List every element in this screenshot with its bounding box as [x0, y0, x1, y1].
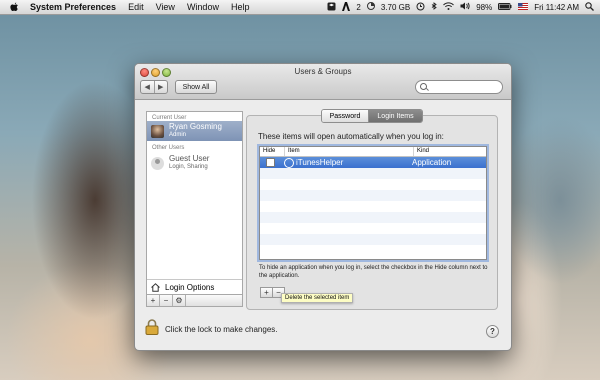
- menu-window[interactable]: Window: [187, 2, 219, 12]
- login-options-label: Login Options: [165, 282, 215, 292]
- table-row[interactable]: iTunesHelper Application: [260, 157, 486, 168]
- empty-row: [260, 168, 486, 179]
- guest-avatar-icon: [151, 156, 164, 170]
- search-icon: [420, 83, 427, 90]
- apple-menu-icon[interactable]: [8, 2, 20, 12]
- lock-icon[interactable]: [145, 319, 159, 335]
- battery-icon[interactable]: [498, 2, 512, 12]
- adobe-icon[interactable]: [342, 1, 351, 13]
- hide-help-text: To hide an application when you log in, …: [259, 265, 488, 279]
- clock[interactable]: Fri 11:42 AM: [534, 3, 579, 12]
- empty-row: [260, 201, 486, 212]
- tab-login-items[interactable]: Login Items: [369, 110, 422, 122]
- time-machine-icon[interactable]: [416, 2, 425, 13]
- empty-row: [260, 190, 486, 201]
- avatar: [151, 124, 164, 138]
- back-forward-control: ◀ ▶: [140, 80, 168, 94]
- menu-app-name[interactable]: System Preferences: [30, 2, 116, 12]
- status-area: 2 3.70 GB 98% Fri 11:42 AM: [327, 0, 594, 14]
- table-header: Hide Item Kind: [260, 147, 486, 157]
- user-item-current[interactable]: Ryan Gosming Admin: [147, 121, 242, 141]
- item-name: iTunesHelper: [296, 157, 344, 167]
- empty-row: [260, 245, 486, 256]
- item-kind: Application: [412, 158, 452, 167]
- hide-checkbox[interactable]: [266, 158, 275, 167]
- flag-icon[interactable]: [518, 2, 529, 12]
- intro-text: These items will open automatically when…: [258, 132, 444, 141]
- empty-row: [260, 179, 486, 190]
- lock-text: Click the lock to make changes.: [165, 325, 278, 334]
- battery-percent[interactable]: 98%: [476, 3, 492, 12]
- menu-view[interactable]: View: [156, 2, 175, 12]
- login-items-panel: These items will open automatically when…: [246, 115, 498, 310]
- bluetooth-icon[interactable]: [431, 1, 437, 13]
- empty-row: [260, 212, 486, 223]
- house-icon: [151, 282, 160, 292]
- window-title: Users & Groups: [294, 67, 352, 76]
- users-sidebar: Current User Ryan Gosming Admin Other Us…: [146, 111, 243, 307]
- empty-row: [260, 234, 486, 245]
- user-role: Admin: [169, 132, 187, 138]
- column-hide[interactable]: Hide: [260, 147, 285, 156]
- disk-free-text[interactable]: 3.70 GB: [381, 3, 410, 12]
- dropbox-icon[interactable]: [327, 2, 336, 13]
- tab-password[interactable]: Password: [322, 110, 369, 122]
- spotlight-icon[interactable]: [585, 1, 594, 13]
- user-item-guest[interactable]: Guest User Login, Sharing: [147, 153, 242, 173]
- user-name: Guest User: [169, 154, 210, 163]
- show-all-button[interactable]: Show All: [175, 80, 217, 94]
- search-field[interactable]: [415, 80, 503, 94]
- column-kind[interactable]: Kind: [414, 147, 486, 156]
- tooltip: Delete the selected item: [281, 293, 354, 303]
- column-item[interactable]: Item: [285, 147, 414, 156]
- login-options-item[interactable]: Login Options: [147, 279, 242, 294]
- forward-arrow-icon[interactable]: ▶: [153, 81, 168, 93]
- remove-user-button[interactable]: −: [160, 295, 173, 306]
- back-arrow-icon[interactable]: ◀: [141, 81, 154, 93]
- tab-bar: Password Login Items: [321, 109, 423, 123]
- login-items-table[interactable]: Hide Item Kind iTunesHelper Application: [259, 146, 487, 260]
- search-input[interactable]: [429, 82, 497, 91]
- other-users-header: Other Users: [152, 145, 185, 151]
- disk-icon: [366, 2, 375, 12]
- user-name: Ryan Gosming: [169, 122, 222, 131]
- wifi-icon[interactable]: [443, 2, 455, 12]
- menu-edit[interactable]: Edit: [128, 2, 144, 12]
- menu-help[interactable]: Help: [231, 2, 250, 12]
- notification-count[interactable]: 2: [356, 3, 360, 12]
- user-role: Login, Sharing: [169, 164, 208, 170]
- menu-bar: System Preferences Edit View Window Help…: [0, 0, 600, 15]
- gear-icon[interactable]: ⚙: [173, 295, 186, 306]
- add-user-button[interactable]: +: [147, 295, 160, 306]
- users-groups-window: Users & Groups ◀ ▶ Show All Current User…: [134, 63, 512, 351]
- help-button[interactable]: ?: [486, 325, 499, 338]
- empty-row: [260, 223, 486, 234]
- title-bar: Users & Groups ◀ ▶ Show All: [135, 64, 511, 100]
- itunes-helper-icon: [284, 157, 294, 168]
- sidebar-button-bar: + − ⚙: [147, 294, 242, 306]
- volume-icon[interactable]: [460, 2, 470, 12]
